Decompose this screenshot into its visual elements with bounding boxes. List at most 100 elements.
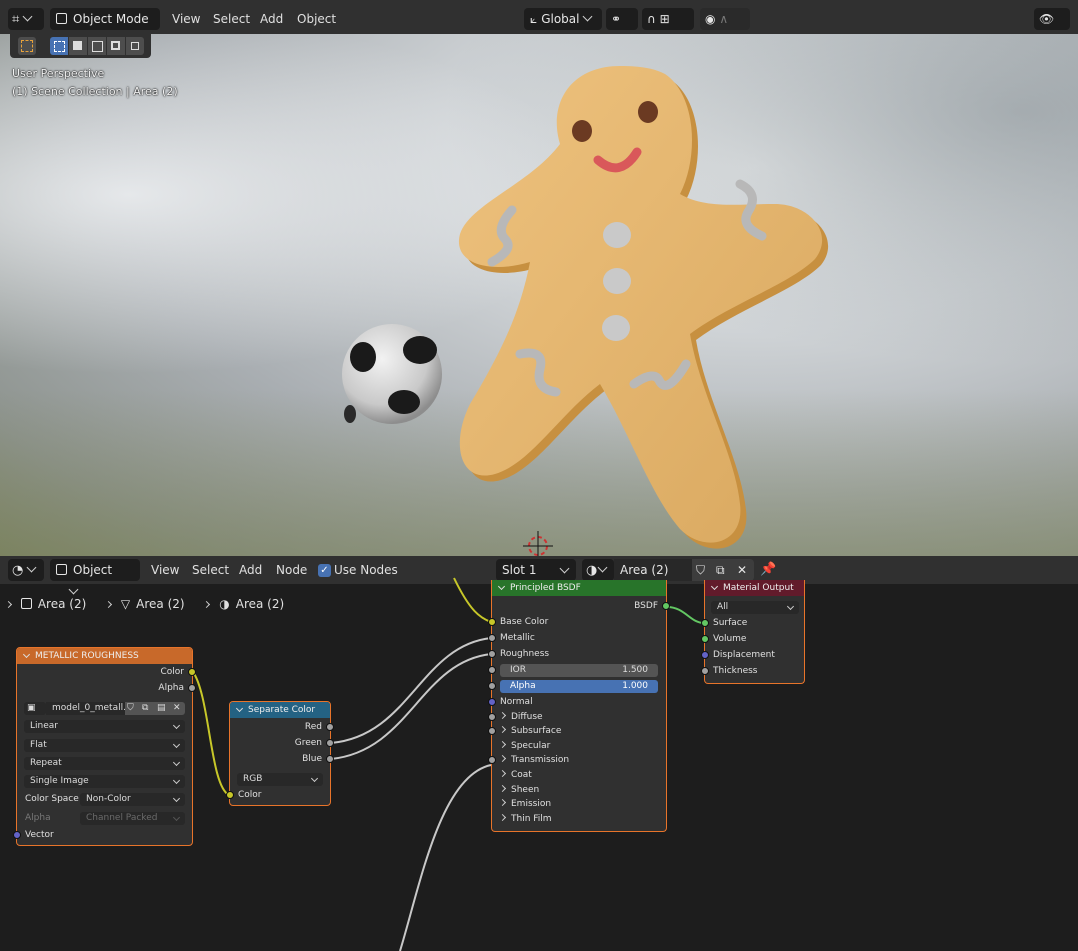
projection-dropdown[interactable]: Flat <box>24 739 185 752</box>
link-bsdf-surface <box>666 606 705 624</box>
output-bsdf-label: BSDF <box>634 601 658 611</box>
input-volume-socket[interactable] <box>701 635 709 643</box>
shader-node-editor[interactable]: ◔ Object View Select Add Node ✓ Use Node… <box>0 556 1078 951</box>
input-metallic-label: Metallic <box>500 633 535 643</box>
input-thickness-label: Thickness <box>713 666 758 676</box>
input-normal-socket[interactable] <box>488 698 496 706</box>
snapping-controls[interactable]: ∩ ⊞ <box>642 8 694 30</box>
output-color-socket[interactable] <box>188 668 196 676</box>
panel-subsurface[interactable]: Subsurface <box>498 725 561 737</box>
image-browse-button[interactable]: ▣ <box>24 702 46 715</box>
panel-specular[interactable]: Specular <box>498 740 550 752</box>
input-basecolor-socket[interactable] <box>488 618 496 626</box>
panel-emission[interactable]: Emission <box>498 798 551 810</box>
output-blue-socket[interactable] <box>326 755 334 763</box>
input-displacement-label: Displacement <box>713 650 775 660</box>
panel-transmission-socket[interactable] <box>488 756 496 764</box>
link-normal-incoming <box>399 764 492 951</box>
separate-color-node[interactable]: Separate Color Red Green Blue RGB Color <box>226 701 334 806</box>
input-normal-label: Normal <box>500 697 533 707</box>
panel-diffuse[interactable]: Diffuse <box>498 711 543 723</box>
object-mode-dropdown[interactable]: Object Mode <box>50 8 160 44</box>
link-basecolor <box>453 577 492 623</box>
eye-icon: 👁 <box>1039 12 1055 26</box>
output-green-socket[interactable] <box>326 739 334 747</box>
input-surface-label: Surface <box>713 618 748 628</box>
soccer-ball <box>342 324 442 424</box>
output-target-dropdown[interactable]: All <box>711 601 799 614</box>
panel-sheen[interactable]: Sheen <box>498 784 539 796</box>
input-displacement-socket[interactable] <box>701 651 709 659</box>
input-vector-label: Vector <box>25 830 54 840</box>
editor-type-button[interactable]: ⌗ <box>8 8 44 30</box>
ior-field[interactable]: IOR 1.500 <box>500 664 658 677</box>
folder-icon: ▤ <box>157 703 166 713</box>
panel-thin-film[interactable]: Thin Film <box>498 813 552 825</box>
input-metallic-socket[interactable] <box>488 634 496 642</box>
panel-subsurface-socket[interactable] <box>488 727 496 735</box>
grid-axis-icon: ⌗ <box>12 12 20 27</box>
output-red-socket[interactable] <box>326 723 334 731</box>
alpha-field[interactable]: Alpha 1.000 <box>500 680 658 693</box>
transform-orientation-dropdown[interactable]: ⟀ Global <box>524 8 602 30</box>
alpha-mode-label: Alpha <box>25 813 51 823</box>
panel-diffuse-socket[interactable] <box>488 713 496 721</box>
material-output-node-title[interactable]: Material Output <box>705 580 804 596</box>
input-vector-socket[interactable] <box>13 831 21 839</box>
output-alpha-socket[interactable] <box>188 684 196 692</box>
input-color-label: Color <box>238 790 262 800</box>
3d-viewport[interactable]: ⌗ Object Mode View Select Add Object ⟀ Gl… <box>0 0 1078 556</box>
input-roughness-socket[interactable] <box>488 650 496 658</box>
extension-dropdown[interactable]: Repeat <box>24 757 185 770</box>
input-ior-socket[interactable] <box>488 666 496 674</box>
image-name-field[interactable]: model_0_metall... <box>46 702 132 715</box>
pivot-point-dropdown[interactable]: ⚭ <box>606 8 638 30</box>
chevron-right-icon <box>498 784 507 793</box>
menu-view[interactable]: View <box>172 11 200 27</box>
chevron-right-icon <box>498 711 507 720</box>
separate-color-node-title[interactable]: Separate Color <box>230 702 330 718</box>
proportional-editing-controls[interactable]: ◉ ∧ <box>700 8 750 30</box>
separate-mode-dropdown[interactable]: RGB <box>237 773 323 786</box>
image-fake-user-button[interactable]: ⛉ <box>125 702 140 715</box>
image-duplicate-button[interactable]: ⧉ <box>140 702 155 715</box>
image-open-button[interactable]: ▤ <box>155 702 170 715</box>
snap-grid-icon: ⊞ <box>659 12 670 26</box>
menu-object[interactable]: Object <box>297 11 336 27</box>
input-thickness-socket[interactable] <box>701 667 709 675</box>
link-blue-roughness <box>330 653 492 760</box>
alpha-mode-dropdown[interactable]: Channel Packed <box>80 812 185 825</box>
chevron-right-icon <box>498 754 507 763</box>
duplicate-icon: ⧉ <box>142 703 149 713</box>
source-dropdown[interactable]: Single Image <box>24 775 185 788</box>
chevron-right-icon <box>498 813 507 822</box>
input-color-socket[interactable] <box>226 791 234 799</box>
magnet-icon: ∩ <box>647 12 656 26</box>
visibility-dropdown[interactable]: 👁 <box>1034 8 1070 30</box>
link-green-metallic <box>330 637 492 744</box>
menu-add[interactable]: Add <box>260 11 283 27</box>
image-unlink-button[interactable]: ✕ <box>170 702 185 715</box>
input-alpha-socket[interactable] <box>488 682 496 690</box>
panel-transmission[interactable]: Transmission <box>498 754 569 766</box>
chevron-right-icon <box>498 740 507 749</box>
color-space-dropdown[interactable]: Non-Color <box>80 793 185 806</box>
principled-bsdf-node-title[interactable]: Principled BSDF <box>492 580 666 596</box>
panel-coat[interactable]: Coat <box>498 769 532 781</box>
menu-select[interactable]: Select <box>213 11 250 27</box>
chevron-right-icon <box>498 769 507 778</box>
metallic-roughness-node-title[interactable]: METALLIC ROUGHNESS <box>17 648 192 664</box>
close-icon: ✕ <box>173 703 181 713</box>
3d-cursor <box>523 531 553 556</box>
input-surface-socket[interactable] <box>701 619 709 627</box>
interpolation-dropdown[interactable]: Linear <box>24 720 185 733</box>
shield-icon: ⛉ <box>127 703 134 713</box>
input-volume-label: Volume <box>713 634 747 644</box>
material-output-node[interactable]: Material Output All Surface Volume Displ… <box>701 580 805 684</box>
color-space-label: Color Space <box>25 794 79 804</box>
chevron-right-icon <box>498 725 507 734</box>
metallic-roughness-node[interactable]: METALLIC ROUGHNESS Color Alpha ▣ model_0… <box>13 647 196 846</box>
output-alpha-label: Alpha <box>158 683 184 693</box>
output-bsdf-socket[interactable] <box>662 602 670 610</box>
principled-bsdf-node[interactable]: Principled BSDF BSDF Base Color Metallic… <box>488 580 670 832</box>
